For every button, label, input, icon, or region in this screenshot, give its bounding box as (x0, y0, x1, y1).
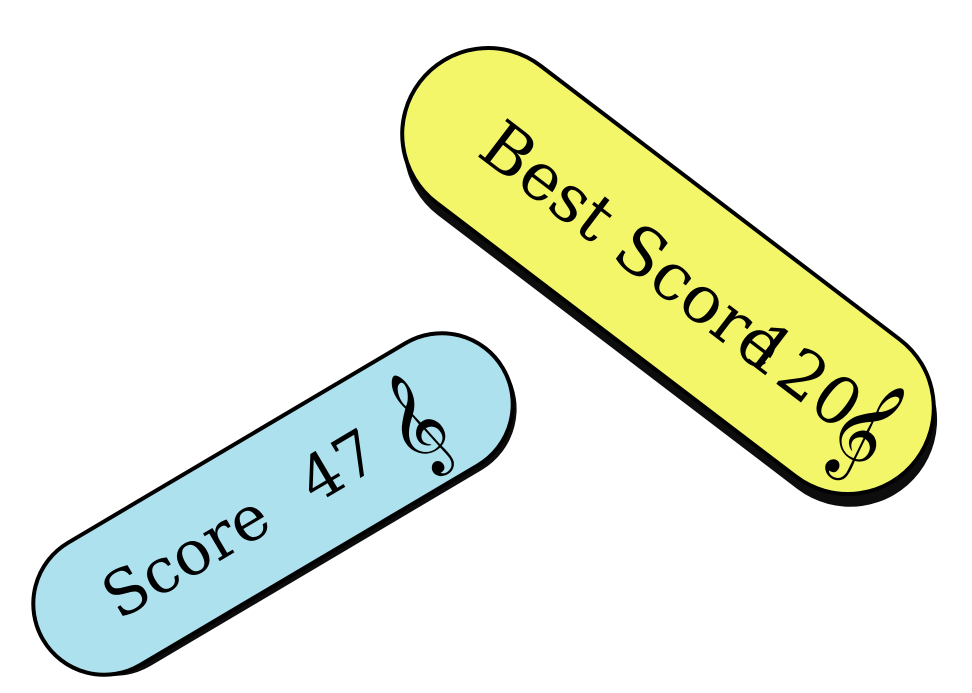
score-badge: Score 47 𝄞 (31, 331, 517, 677)
score-badge-body (31, 331, 515, 677)
game-hud: Best Score 120 𝄞 Score 47 𝄞 (31, 46, 938, 677)
